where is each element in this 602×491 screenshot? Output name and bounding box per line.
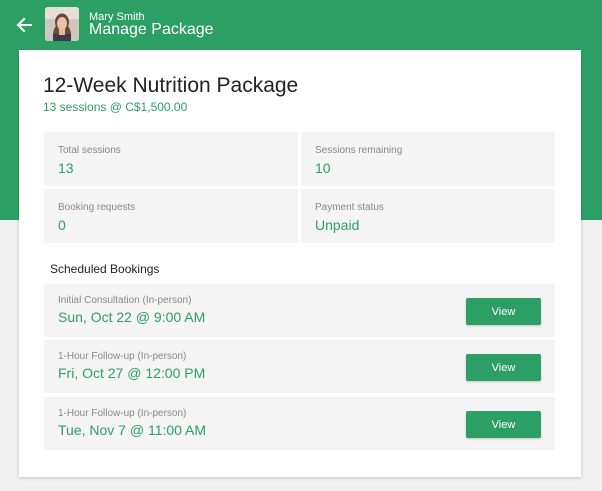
stat-value: 10 <box>315 160 331 176</box>
package-summary: 13 sessions @ C$1,500.00 <box>43 100 188 114</box>
package-title: 12-Week Nutrition Package <box>43 74 299 97</box>
stat-total-sessions: Total sessions 13 <box>44 132 298 186</box>
stat-value: 13 <box>58 160 74 176</box>
view-booking-button[interactable]: View <box>466 354 541 381</box>
app-header: Mary Smith Manage Package <box>0 0 602 50</box>
arrow-left-icon <box>16 17 32 33</box>
view-booking-button[interactable]: View <box>466 411 541 438</box>
stat-label: Payment status <box>315 202 384 213</box>
booking-row: 1-Hour Follow-up (In-person) Fri, Oct 27… <box>44 340 555 393</box>
stat-payment-status: Payment status Unpaid <box>301 189 555 243</box>
page-title: Manage Package <box>89 21 214 38</box>
booking-datetime: Sun, Oct 22 @ 9:00 AM <box>58 309 206 325</box>
booking-datetime: Fri, Oct 27 @ 12:00 PM <box>58 365 206 381</box>
back-button[interactable] <box>12 13 36 37</box>
booking-type: 1-Hour Follow-up (In-person) <box>58 408 187 419</box>
stat-value: 0 <box>58 217 66 233</box>
booking-type: Initial Consultation (In-person) <box>58 295 192 306</box>
booking-type: 1-Hour Follow-up (In-person) <box>58 351 187 362</box>
booking-row: 1-Hour Follow-up (In-person) Tue, Nov 7 … <box>44 397 555 450</box>
view-booking-button[interactable]: View <box>466 298 541 325</box>
stat-label: Total sessions <box>58 145 121 156</box>
stat-sessions-remaining: Sessions remaining 10 <box>301 132 555 186</box>
package-card: 12-Week Nutrition Package 13 sessions @ … <box>19 50 581 477</box>
stat-booking-requests: Booking requests 0 <box>44 189 298 243</box>
stat-label: Booking requests <box>58 202 136 213</box>
booking-row: Initial Consultation (In-person) Sun, Oc… <box>44 284 555 337</box>
avatar <box>45 7 79 41</box>
scheduled-bookings-heading: Scheduled Bookings <box>50 262 160 276</box>
stat-value: Unpaid <box>315 217 360 233</box>
booking-datetime: Tue, Nov 7 @ 11:00 AM <box>58 422 207 438</box>
stat-label: Sessions remaining <box>315 145 403 156</box>
